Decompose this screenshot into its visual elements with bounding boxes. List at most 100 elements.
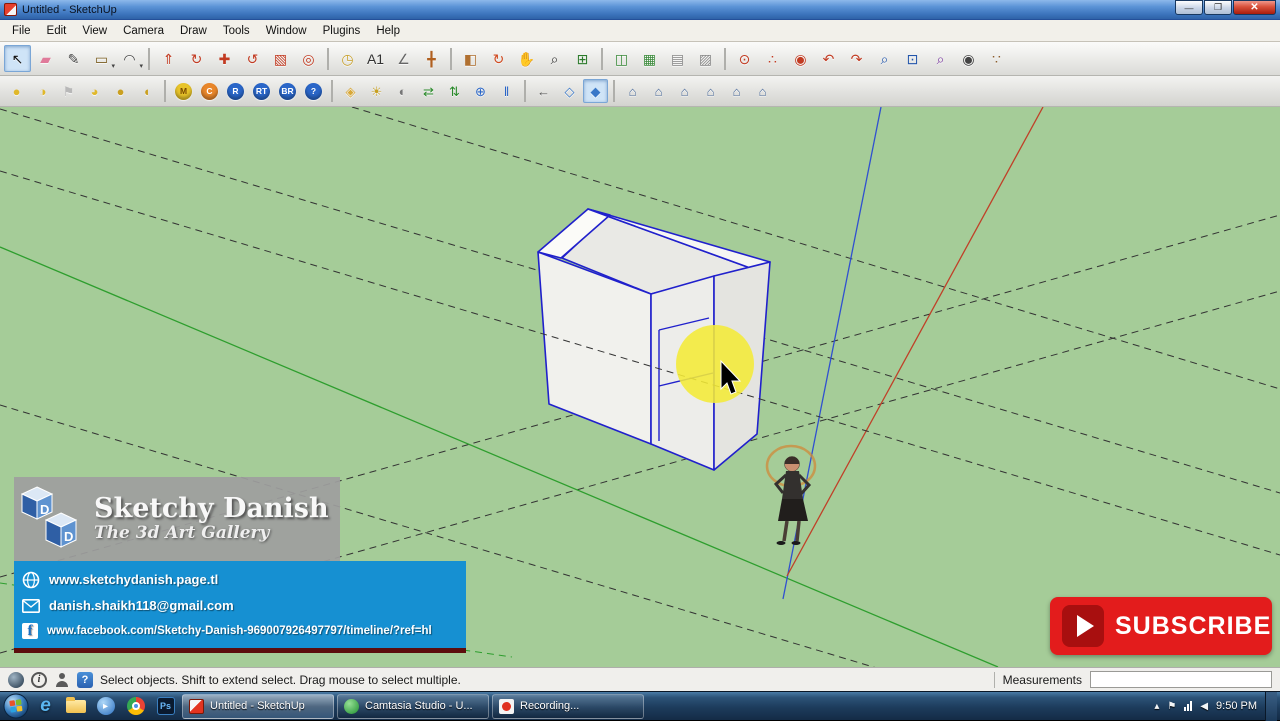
help-icon[interactable]: ? xyxy=(77,671,93,688)
minimize-button[interactable]: — xyxy=(1175,0,1203,15)
measurements-input[interactable] xyxy=(1090,671,1272,688)
geolocation-globe-tool[interactable]: ⊕ xyxy=(468,79,493,103)
photoshop-icon[interactable]: Ps xyxy=(152,694,179,719)
sun-tool[interactable]: ☀ xyxy=(364,79,389,103)
walk-tool[interactable]: ∴ xyxy=(759,45,786,72)
protractor-tool[interactable]: ∠ xyxy=(390,45,417,72)
section-plane-tool[interactable]: ◫ xyxy=(608,45,635,72)
material-sphere-5[interactable]: ◖ xyxy=(134,79,159,103)
hide-rest-tool[interactable]: ◉ xyxy=(955,45,982,72)
menu-item[interactable]: Draw xyxy=(172,22,215,40)
position-camera-tool[interactable]: ⊙ xyxy=(731,45,758,72)
internet-explorer-icon[interactable]: e xyxy=(32,694,59,719)
contact-facebook-row[interactable]: f www.facebook.com/Sketchy-Danish-969007… xyxy=(22,622,466,639)
parallel-projection-tool[interactable]: ◇ xyxy=(557,79,582,103)
view-top-button[interactable]: ⌂ xyxy=(646,79,671,103)
badge-help-tool[interactable]: ? xyxy=(301,79,326,103)
badge-r-tool[interactable]: R xyxy=(223,79,248,103)
zoom-window-tool[interactable]: ⊡ xyxy=(899,45,926,72)
shapes-tool[interactable]: ▭ xyxy=(88,45,115,72)
volume-icon[interactable]: ◀ xyxy=(1200,701,1208,712)
menu-item[interactable]: Edit xyxy=(39,22,75,40)
text-tool[interactable]: A1 xyxy=(362,45,389,72)
followme-tool[interactable]: ↻ xyxy=(183,45,210,72)
pause-tool[interactable]: ‖ xyxy=(494,79,519,103)
view-front-button[interactable]: ⌂ xyxy=(672,79,697,103)
subscribe-button[interactable]: SUBSCRIBE xyxy=(1050,597,1272,655)
view-iso-button[interactable]: ⌂ xyxy=(620,79,645,103)
badge-br-tool[interactable]: BR xyxy=(275,79,300,103)
taskbar-button-sketchup[interactable]: Untitled - SketchUp xyxy=(182,693,334,719)
view-right-button[interactable]: ⌂ xyxy=(698,79,723,103)
chrome-icon[interactable] xyxy=(122,694,149,719)
badge-c-tool[interactable]: C xyxy=(197,79,222,103)
pushpull-tool[interactable]: ⇑ xyxy=(155,45,182,72)
shadows-tool[interactable]: ◐ xyxy=(390,79,415,103)
material-sphere-1[interactable]: ● xyxy=(4,79,29,103)
offset-tool[interactable]: ◎ xyxy=(295,45,322,72)
zoom-extents-tool[interactable]: ⊞ xyxy=(569,45,596,72)
contact-website-row[interactable]: www.sketchydanish.page.tl xyxy=(22,571,466,589)
contact-email-row[interactable]: danish.shaikh118@gmail.com xyxy=(22,598,466,613)
scale-tool[interactable]: ▧ xyxy=(267,45,294,72)
badge-rt-tool[interactable]: RT xyxy=(249,79,274,103)
menu-item[interactable]: Camera xyxy=(115,22,172,40)
eraser-tool[interactable]: ▰ xyxy=(32,45,59,72)
zoom-tool[interactable]: ⌕ xyxy=(541,45,568,72)
menu-item[interactable]: File xyxy=(4,22,39,40)
media-player-icon[interactable]: ▸ xyxy=(92,694,119,719)
network-icon[interactable] xyxy=(1184,701,1193,711)
geolocation-icon[interactable] xyxy=(8,671,24,688)
select-tool[interactable]: ↖ xyxy=(4,45,31,72)
material-sphere-2[interactable]: ◑ xyxy=(30,79,55,103)
credits-icon[interactable]: i xyxy=(31,671,47,688)
zoom-selection-tool[interactable]: ⌕ xyxy=(927,45,954,72)
explorer-folder-icon[interactable] xyxy=(62,694,89,719)
import-tool[interactable]: ⇅ xyxy=(442,79,467,103)
tray-expand-icon[interactable]: ▴ xyxy=(1154,701,1159,712)
look-around-tool[interactable]: ◉ xyxy=(787,45,814,72)
taskbar-clock[interactable]: 9:50 PM xyxy=(1216,700,1257,712)
model-info-icon[interactable] xyxy=(54,672,70,688)
material-sphere-3[interactable]: ◕ xyxy=(82,79,107,103)
close-button[interactable]: ✕ xyxy=(1233,0,1276,15)
footprints-tool[interactable]: ∵ xyxy=(983,45,1010,72)
menu-item[interactable]: View xyxy=(74,22,115,40)
scale-figure[interactable] xyxy=(765,444,817,545)
next-view-tool[interactable]: ↷ xyxy=(843,45,870,72)
action-center-flag-icon[interactable]: ⚑ xyxy=(1167,701,1176,712)
move-tool[interactable]: ✚ xyxy=(211,45,238,72)
menu-item[interactable]: Tools xyxy=(215,22,258,40)
menu-item[interactable]: Help xyxy=(368,22,408,40)
maximize-button[interactable]: ❐ xyxy=(1204,0,1232,15)
badge-m-tool[interactable]: M xyxy=(171,79,196,103)
pan-tool[interactable]: ✋ xyxy=(513,45,540,72)
back-view-tool[interactable]: ← xyxy=(531,79,556,103)
show-desktop-button[interactable] xyxy=(1265,691,1277,721)
previous-view-tool[interactable]: ↶ xyxy=(815,45,842,72)
modeling-canvas[interactable]: D D Sketchy Danish The 3d Art Gallery ww… xyxy=(0,107,1280,667)
axes-tool[interactable]: ╋ xyxy=(418,45,445,72)
rotate-tool[interactable]: ↺ xyxy=(239,45,266,72)
export-tool[interactable]: ⇄ xyxy=(416,79,441,103)
flag-tool[interactable]: ⚑ xyxy=(56,79,81,103)
zoom-in-tool[interactable]: ⌕ xyxy=(871,45,898,72)
taskbar-button-recording[interactable]: Recording... xyxy=(492,693,644,719)
tag-tool[interactable]: ◈ xyxy=(338,79,363,103)
arc-tool[interactable]: ◠ xyxy=(116,45,143,72)
perspective-tool[interactable]: ◆ xyxy=(583,79,608,103)
line-tool[interactable]: ✎ xyxy=(60,45,87,72)
view-left-button[interactable]: ⌂ xyxy=(750,79,775,103)
xray-tool[interactable]: ▨ xyxy=(692,45,719,72)
tape-measure-tool[interactable]: ◷ xyxy=(334,45,361,72)
taskbar-button-camtasia[interactable]: Camtasia Studio - U... xyxy=(337,693,489,719)
paint-bucket-tool[interactable]: ◧ xyxy=(457,45,484,72)
menu-item[interactable]: Window xyxy=(258,22,315,40)
menu-item[interactable]: Plugins xyxy=(315,22,369,40)
view-back-button[interactable]: ⌂ xyxy=(724,79,749,103)
start-button[interactable] xyxy=(2,693,29,719)
orbit-tool[interactable]: ↻ xyxy=(485,45,512,72)
section-cut-tool[interactable]: ▦ xyxy=(636,45,663,72)
material-sphere-4[interactable]: ● xyxy=(108,79,133,103)
section-display-tool[interactable]: ▤ xyxy=(664,45,691,72)
